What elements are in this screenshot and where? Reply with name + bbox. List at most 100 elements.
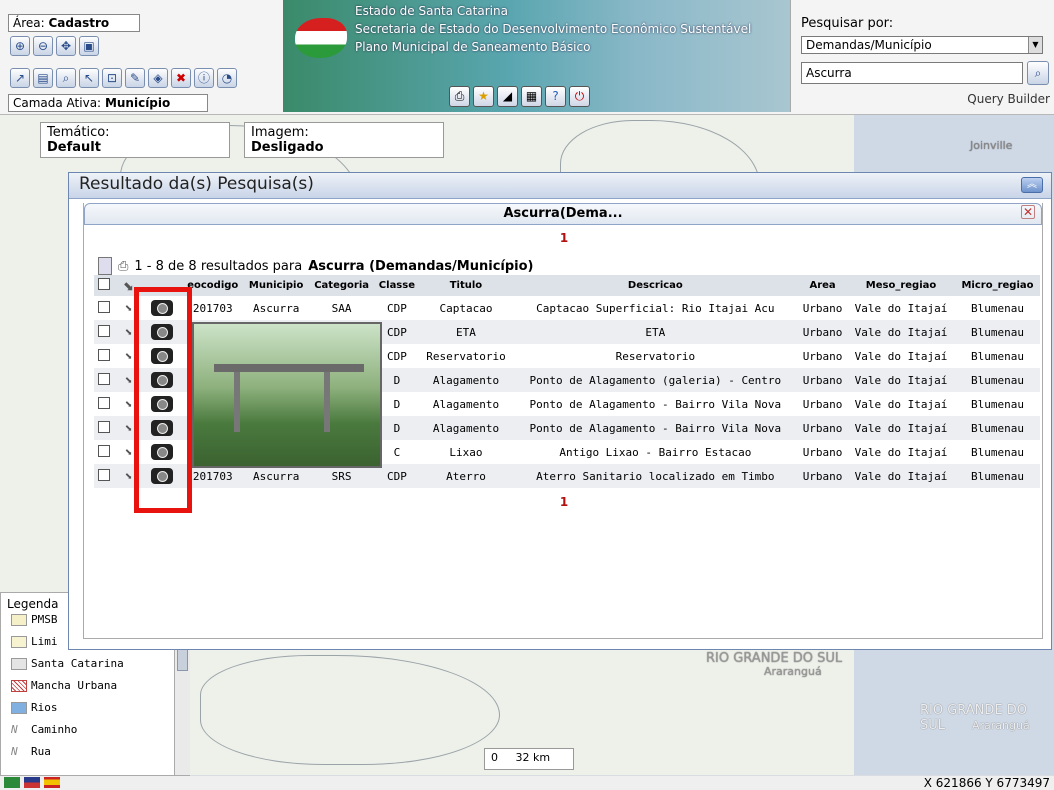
photo-structure: [324, 372, 330, 432]
column-header[interactable]: Micro_regiao: [955, 275, 1040, 296]
row-checkbox[interactable]: [98, 420, 110, 433]
search-type-select[interactable]: Demandas/Município ▼: [801, 36, 1043, 54]
query-builder-link[interactable]: Query Builder: [967, 92, 1050, 106]
search-icon[interactable]: ⌕: [56, 68, 76, 88]
brazil-flag-icon[interactable]: [4, 777, 20, 788]
legend-item: N Caminho: [11, 723, 77, 736]
row-checkbox[interactable]: [98, 444, 110, 457]
legend-item-label: Rua: [31, 745, 51, 758]
collapse-icon[interactable]: ︽: [1021, 177, 1043, 193]
page-number-bottom[interactable]: 1: [84, 495, 1044, 509]
table-cell: Ascurra: [252, 301, 300, 315]
table-cell: Blumenau: [971, 397, 1024, 411]
photo-structure: [214, 364, 364, 372]
toolbar-row-2: ↗ ▤ ⌕ ↖ ⊡ ✎ ◈ ✖ ⓘ ◔: [10, 68, 237, 88]
map-label: Joinville: [970, 139, 1013, 152]
table-cell: Blumenau: [955, 320, 1040, 344]
table-cell: Blumenau: [971, 349, 1024, 363]
pointer-icon[interactable]: ↖: [79, 68, 99, 88]
info-icon[interactable]: ⓘ: [194, 68, 214, 88]
result-count-query: Ascurra (Demandas/Município): [308, 258, 534, 274]
identify-icon[interactable]: ▤: [33, 68, 53, 88]
draw-icon[interactable]: ✎: [125, 68, 145, 88]
table-cell: Ponto de Alagamento (galeria) - Centro: [512, 368, 799, 392]
row-checkbox[interactable]: [98, 300, 110, 313]
table-cell: ETA: [419, 320, 513, 344]
erase-icon[interactable]: ◈: [148, 68, 168, 88]
table-cell: Blumenau: [955, 368, 1040, 392]
row-checkbox[interactable]: [98, 396, 110, 409]
print-icon[interactable]: ⎙: [118, 259, 128, 274]
table-cell: Reservatorio: [615, 349, 696, 363]
column-header[interactable]: Titulo: [419, 275, 513, 296]
column-header[interactable]: Municipio: [243, 275, 309, 296]
table-cell: Alagamento: [419, 416, 513, 440]
spain-flag-icon[interactable]: [44, 777, 60, 788]
header-banner: Estado de Santa Catarina Secretaria de E…: [283, 0, 790, 112]
table-cell: Aterro: [419, 464, 513, 488]
zoom-box-icon[interactable]: ⊡: [102, 68, 122, 88]
column-header[interactable]: Meso_regiao: [847, 275, 956, 296]
document-icon[interactable]: [98, 257, 112, 275]
column-header[interactable]: Classe: [374, 275, 420, 296]
table-cell: Vale do Itajaí: [847, 368, 956, 392]
page-number-top[interactable]: 1: [84, 231, 1044, 245]
area-value: Cadastro: [48, 16, 110, 30]
close-icon[interactable]: ✕: [1021, 205, 1035, 219]
column-header[interactable]: Descricao: [512, 275, 799, 296]
row-checkbox[interactable]: [98, 468, 110, 481]
legend-swatch: [11, 613, 27, 626]
column-header[interactable]: Area: [798, 275, 847, 296]
zoom-in-icon[interactable]: ⊕: [10, 36, 30, 56]
search-input[interactable]: Ascurra: [801, 62, 1023, 84]
clear-icon[interactable]: ✖: [171, 68, 191, 88]
photo-structure: [234, 372, 240, 432]
table-cell: Captacao: [439, 301, 493, 315]
table-cell: Urbano: [798, 320, 847, 344]
table-cell: Vale do Itajaí: [847, 320, 956, 344]
table-cell: CDP: [386, 301, 407, 315]
table-cell: Vale do Itajaí: [847, 416, 956, 440]
legend-title: Legenda: [7, 597, 59, 611]
zoom-out-icon[interactable]: ⊖: [33, 36, 53, 56]
legend-item-label: Caminho: [31, 723, 78, 736]
measure-icon[interactable]: ◢: [497, 86, 518, 107]
imagem-box[interactable]: Imagem: Desligado: [244, 122, 444, 158]
table-cell: Urbano: [798, 368, 847, 392]
select-all-checkbox[interactable]: [98, 278, 110, 290]
active-layer-box: Camada Ativa: Município: [8, 94, 208, 112]
pan-icon[interactable]: ✥: [56, 36, 76, 56]
tematico-value: Default: [47, 140, 101, 155]
row-checkbox[interactable]: [98, 324, 110, 337]
select-icon[interactable]: ↗: [10, 68, 30, 88]
table-cell: Urbano: [802, 301, 843, 315]
row-checkbox[interactable]: [98, 348, 110, 361]
chart-icon[interactable]: ◔: [217, 68, 237, 88]
area-label: Área:: [13, 16, 45, 30]
result-tab-title: Ascurra(Dema...: [503, 206, 623, 221]
table-cell: Blumenau: [971, 445, 1024, 459]
export-icon[interactable]: ▦: [521, 86, 542, 107]
legend-swatch: [11, 701, 27, 714]
chevron-down-icon[interactable]: ▼: [1028, 37, 1042, 53]
search-button[interactable]: ⌕: [1027, 61, 1049, 85]
table-cell: Alagamento: [419, 368, 513, 392]
help-icon[interactable]: ?: [545, 86, 566, 107]
tematico-box[interactable]: Temático: Default: [40, 122, 230, 158]
usa-flag-icon[interactable]: [24, 777, 40, 788]
legend-item-label: Rios: [31, 701, 58, 714]
banner-line-1: Estado de Santa Catarina: [355, 4, 508, 18]
table-row[interactable]: ⬊ 201703 Ascurra SAA CDP Captacao Captacao Sup…: [94, 296, 1040, 320]
table-cell: Captacao Superficial: Rio Itajai Acu: [536, 301, 775, 315]
table-cell: Lixao: [449, 445, 483, 459]
star-icon[interactable]: ★: [473, 86, 494, 107]
table-cell: Vale do Itajaí: [854, 349, 948, 363]
column-header[interactable]: Categoria: [308, 275, 375, 296]
coordinate-readout: X 621866 Y 6773497: [923, 776, 1050, 790]
power-icon[interactable]: ⏻: [569, 86, 590, 107]
table-cell: Vale do Itajaí: [854, 397, 948, 411]
full-extent-icon[interactable]: ▣: [79, 36, 99, 56]
row-checkbox[interactable]: [98, 372, 110, 385]
table-cell: Blumenau: [955, 416, 1040, 440]
print-icon[interactable]: ⎙: [449, 86, 470, 107]
